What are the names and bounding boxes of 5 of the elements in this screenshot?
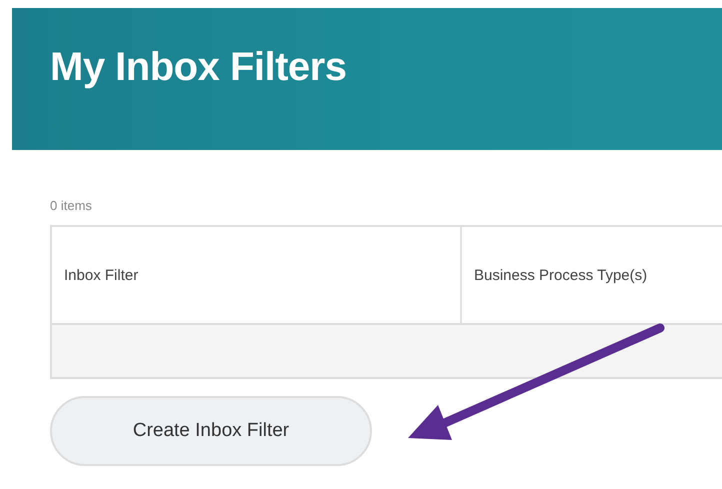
page-title: My Inbox Filters xyxy=(50,44,346,90)
create-filter-button[interactable]: Create Inbox Filter xyxy=(50,396,372,466)
column-header[interactable]: Business Process Type(s) xyxy=(460,227,722,323)
column-header[interactable]: Inbox Filter xyxy=(52,227,460,323)
item-count: 0 items xyxy=(50,198,93,213)
